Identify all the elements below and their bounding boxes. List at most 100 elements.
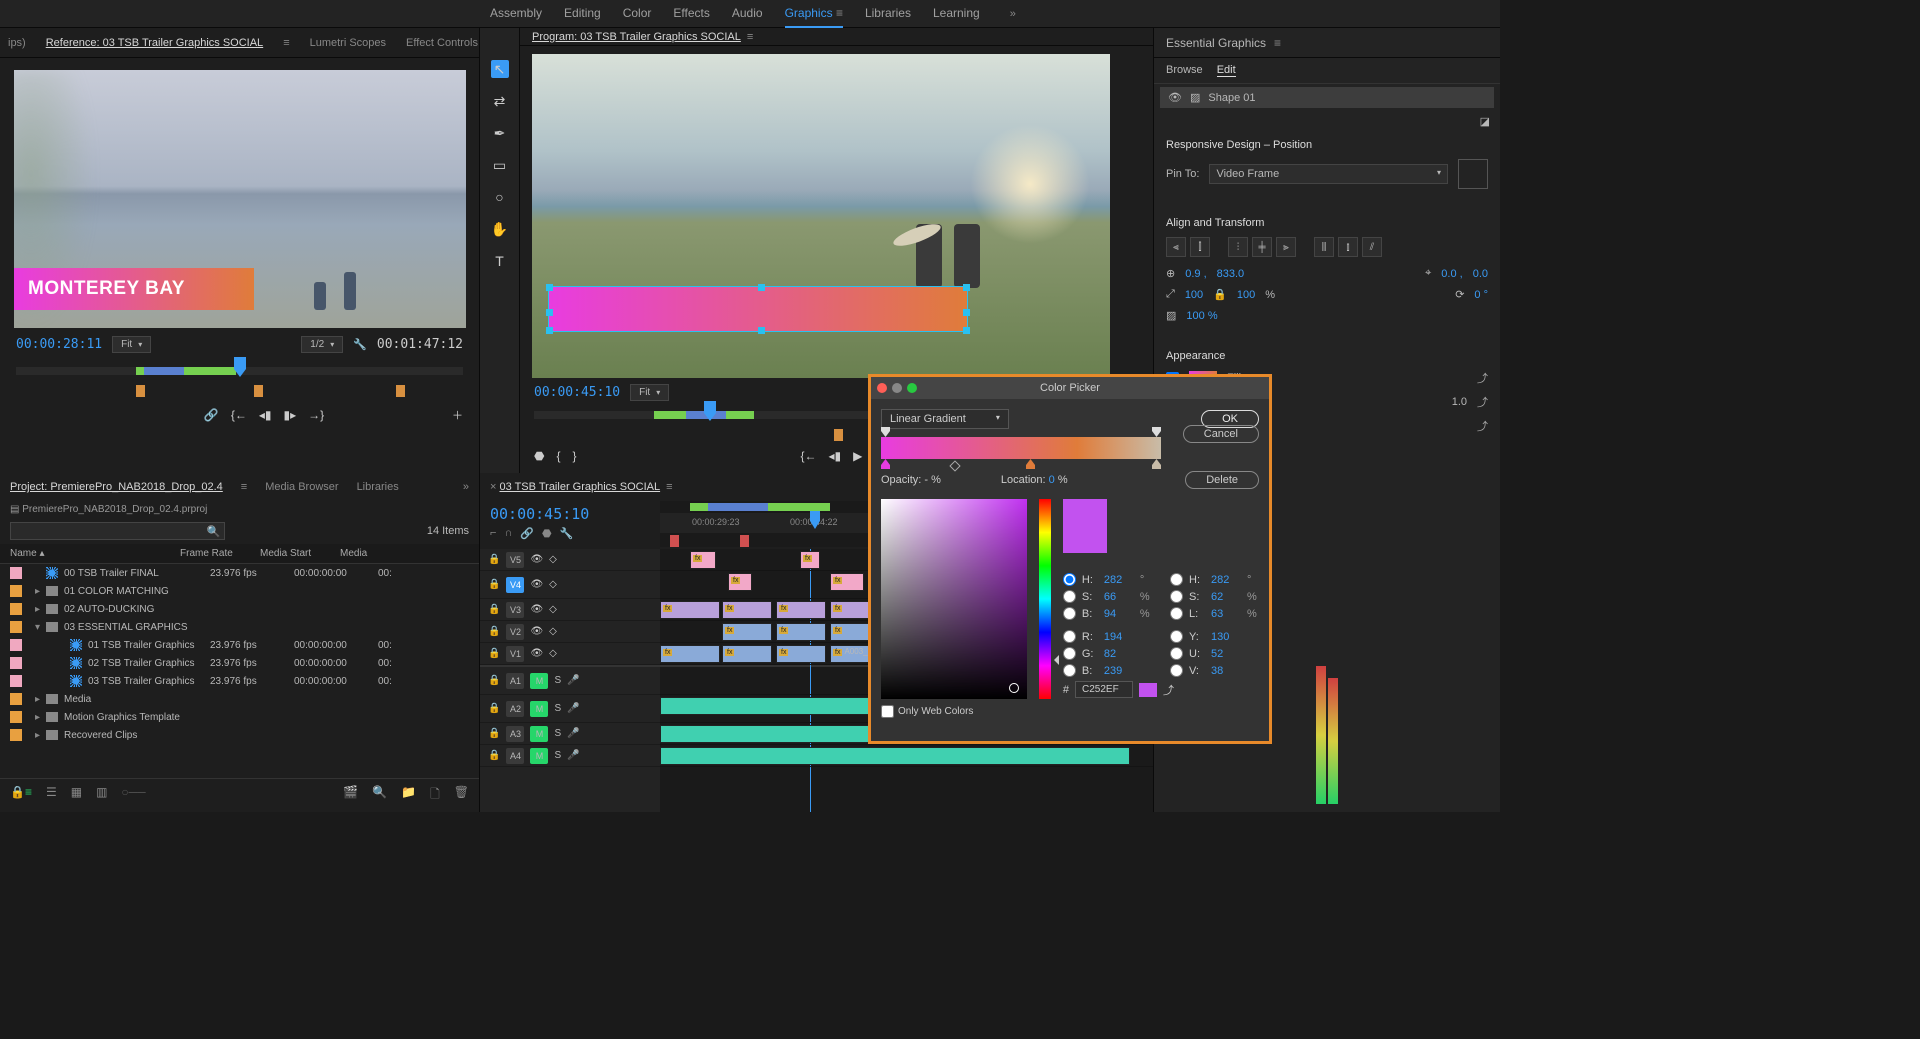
stroke-width[interactable]: 1.0: [1452, 396, 1467, 408]
eyedropper-icon[interactable]: ⤴: [1163, 682, 1174, 698]
workspace-tab-editing[interactable]: Editing: [564, 0, 601, 28]
pin-widget[interactable]: [1458, 159, 1488, 189]
eyedropper-icon[interactable]: ⤴: [1477, 418, 1488, 434]
search-icon[interactable]: 🔍: [207, 525, 221, 538]
reference-tab[interactable]: Effect Controls: [406, 37, 478, 49]
color-field[interactable]: [881, 499, 1027, 699]
find-icon[interactable]: 🔍: [372, 785, 387, 806]
project-row[interactable]: ▾ 03 ESSENTIAL GRAPHICS: [0, 618, 479, 636]
project-row[interactable]: ▸ 02 AUTO-DUCKING: [0, 600, 479, 618]
gradient-bar[interactable]: [881, 437, 1161, 459]
s-radio[interactable]: [1063, 590, 1076, 603]
workspace-tab-color[interactable]: Color: [623, 0, 652, 28]
zoom-slider[interactable]: ○──: [121, 785, 145, 806]
rectangle-tool-icon[interactable]: ▭: [491, 156, 509, 174]
y-radio[interactable]: [1170, 630, 1183, 643]
program-zoom-dropdown[interactable]: Fit▾: [630, 384, 669, 401]
eye-icon[interactable]: 👁: [1168, 91, 1182, 104]
opacity-val[interactable]: 100 %: [1186, 310, 1217, 322]
v-radio[interactable]: [1170, 664, 1183, 677]
project-row[interactable]: ▸ Media: [0, 690, 479, 708]
marker-icon[interactable]: ⬣: [534, 449, 544, 463]
settings-icon[interactable]: 🔧: [353, 338, 367, 351]
project-row[interactable]: 02 TSB Trailer Graphics 23.976 fps 00:00…: [0, 654, 479, 672]
hand-tool-icon[interactable]: ✋: [491, 220, 509, 238]
workspace-overflow-icon[interactable]: »: [1010, 8, 1016, 20]
col-framerate[interactable]: Frame Rate: [180, 548, 260, 559]
workspace-tab-learning[interactable]: Learning: [933, 0, 980, 28]
add-button-icon[interactable]: ＋: [452, 407, 463, 423]
new-layer-icon[interactable]: ◪: [1480, 116, 1490, 128]
play-icon[interactable]: ▮▸: [283, 408, 296, 422]
timeline-tab[interactable]: 03 TSB Trailer Graphics SOCIAL: [500, 481, 661, 493]
maximize-icon[interactable]: [907, 383, 917, 393]
minimize-icon[interactable]: [892, 383, 902, 393]
magnet-icon[interactable]: ∩: [504, 527, 512, 540]
mark-in-icon[interactable]: {: [556, 449, 560, 463]
hex-input[interactable]: [1075, 681, 1133, 698]
project-row[interactable]: 01 TSB Trailer Graphics 23.976 fps 00:00…: [0, 636, 479, 654]
reference-tab[interactable]: ips): [8, 37, 26, 49]
vertex-tool-icon[interactable]: ⇄: [491, 92, 509, 110]
go-to-in-icon[interactable]: {←: [800, 449, 816, 463]
distribute-v-icon[interactable]: ⫽: [1362, 237, 1382, 257]
u-radio[interactable]: [1170, 647, 1183, 660]
reference-zoom-dropdown[interactable]: Fit▾: [112, 336, 151, 353]
h2-radio[interactable]: [1170, 573, 1183, 586]
gang-icon[interactable]: 🔗: [204, 408, 219, 422]
selected-shape[interactable]: [548, 286, 968, 332]
type-tool-icon[interactable]: T: [491, 252, 509, 270]
reference-tab[interactable]: Lumetri Scopes: [310, 37, 386, 49]
distribute-h-icon[interactable]: ⫼: [1314, 237, 1334, 257]
project-row[interactable]: ▸ 01 COLOR MATCHING: [0, 582, 479, 600]
new-bin-icon[interactable]: 📁: [401, 785, 416, 806]
pen-tool-icon[interactable]: ✒: [491, 124, 509, 142]
reference-resolution-dropdown[interactable]: 1/2▾: [301, 336, 343, 353]
new-item-icon[interactable]: 🗋: [430, 785, 440, 806]
eg-tab-browse[interactable]: Browse: [1166, 64, 1203, 77]
ellipse-tool-icon[interactable]: ○: [491, 188, 509, 206]
rotation-val[interactable]: 0 °: [1474, 289, 1488, 301]
eg-layer-row[interactable]: 👁 ▨ Shape 01: [1160, 87, 1494, 108]
settings-icon[interactable]: 🔧: [560, 527, 574, 540]
pin-dropdown[interactable]: Video Frame▾: [1209, 164, 1448, 184]
program-tab[interactable]: Program: 03 TSB Trailer Graphics SOCIAL: [532, 31, 741, 43]
close-icon[interactable]: [877, 383, 887, 393]
eyedropper-icon[interactable]: ⤴: [1477, 370, 1488, 386]
anchor-x[interactable]: 0.0 ,: [1441, 268, 1462, 280]
h-radio[interactable]: [1063, 573, 1076, 586]
eg-tab-edit[interactable]: Edit: [1217, 64, 1236, 77]
go-to-out-icon[interactable]: →}: [308, 408, 324, 422]
auto-bin-icon[interactable]: 🎬: [343, 785, 358, 806]
s2-radio[interactable]: [1170, 590, 1183, 603]
project-row[interactable]: ▸ Motion Graphics Template: [0, 708, 479, 726]
color-picker-titlebar[interactable]: Color Picker: [871, 377, 1269, 399]
col-mediastart[interactable]: Media Start: [260, 548, 340, 559]
project-row[interactable]: ▸ Recovered Clips: [0, 726, 479, 744]
col-media[interactable]: Media: [340, 548, 367, 559]
program-timecode[interactable]: 00:00:45:10: [534, 385, 620, 400]
scale-h[interactable]: 100: [1237, 289, 1255, 301]
scale-lock-icon[interactable]: 🔒: [1213, 288, 1227, 301]
project-tab[interactable]: Project: PremierePro_NAB2018_Drop_02.4: [10, 481, 223, 493]
list-view-icon[interactable]: ☰: [46, 785, 57, 806]
anchor-y[interactable]: 0.0: [1473, 268, 1488, 280]
l-radio[interactable]: [1170, 607, 1183, 620]
hue-slider[interactable]: [1039, 499, 1051, 699]
icon-view-icon[interactable]: ▦: [71, 785, 82, 806]
reference-timeline[interactable]: [16, 365, 463, 397]
marker-add-icon[interactable]: ⬣: [542, 527, 552, 540]
pos-x[interactable]: 0.9 ,: [1185, 268, 1206, 280]
delete-icon[interactable]: 🗑: [454, 785, 469, 806]
libraries-tab[interactable]: Libraries: [357, 481, 399, 493]
link-icon[interactable]: 🔗: [520, 527, 534, 540]
g-radio[interactable]: [1063, 647, 1076, 660]
distribute-center-icon[interactable]: ⫾: [1338, 237, 1358, 257]
step-back-icon[interactable]: ◂▮: [259, 408, 272, 422]
play-icon[interactable]: ▶: [853, 449, 862, 463]
project-row[interactable]: 00 TSB Trailer FINAL 23.976 fps 00:00:00…: [0, 564, 479, 582]
media-browser-tab[interactable]: Media Browser: [265, 481, 338, 493]
reference-timecode[interactable]: 00:00:28:11: [16, 337, 102, 352]
only-web-checkbox[interactable]: [881, 705, 894, 718]
bb-radio[interactable]: [1063, 664, 1076, 677]
